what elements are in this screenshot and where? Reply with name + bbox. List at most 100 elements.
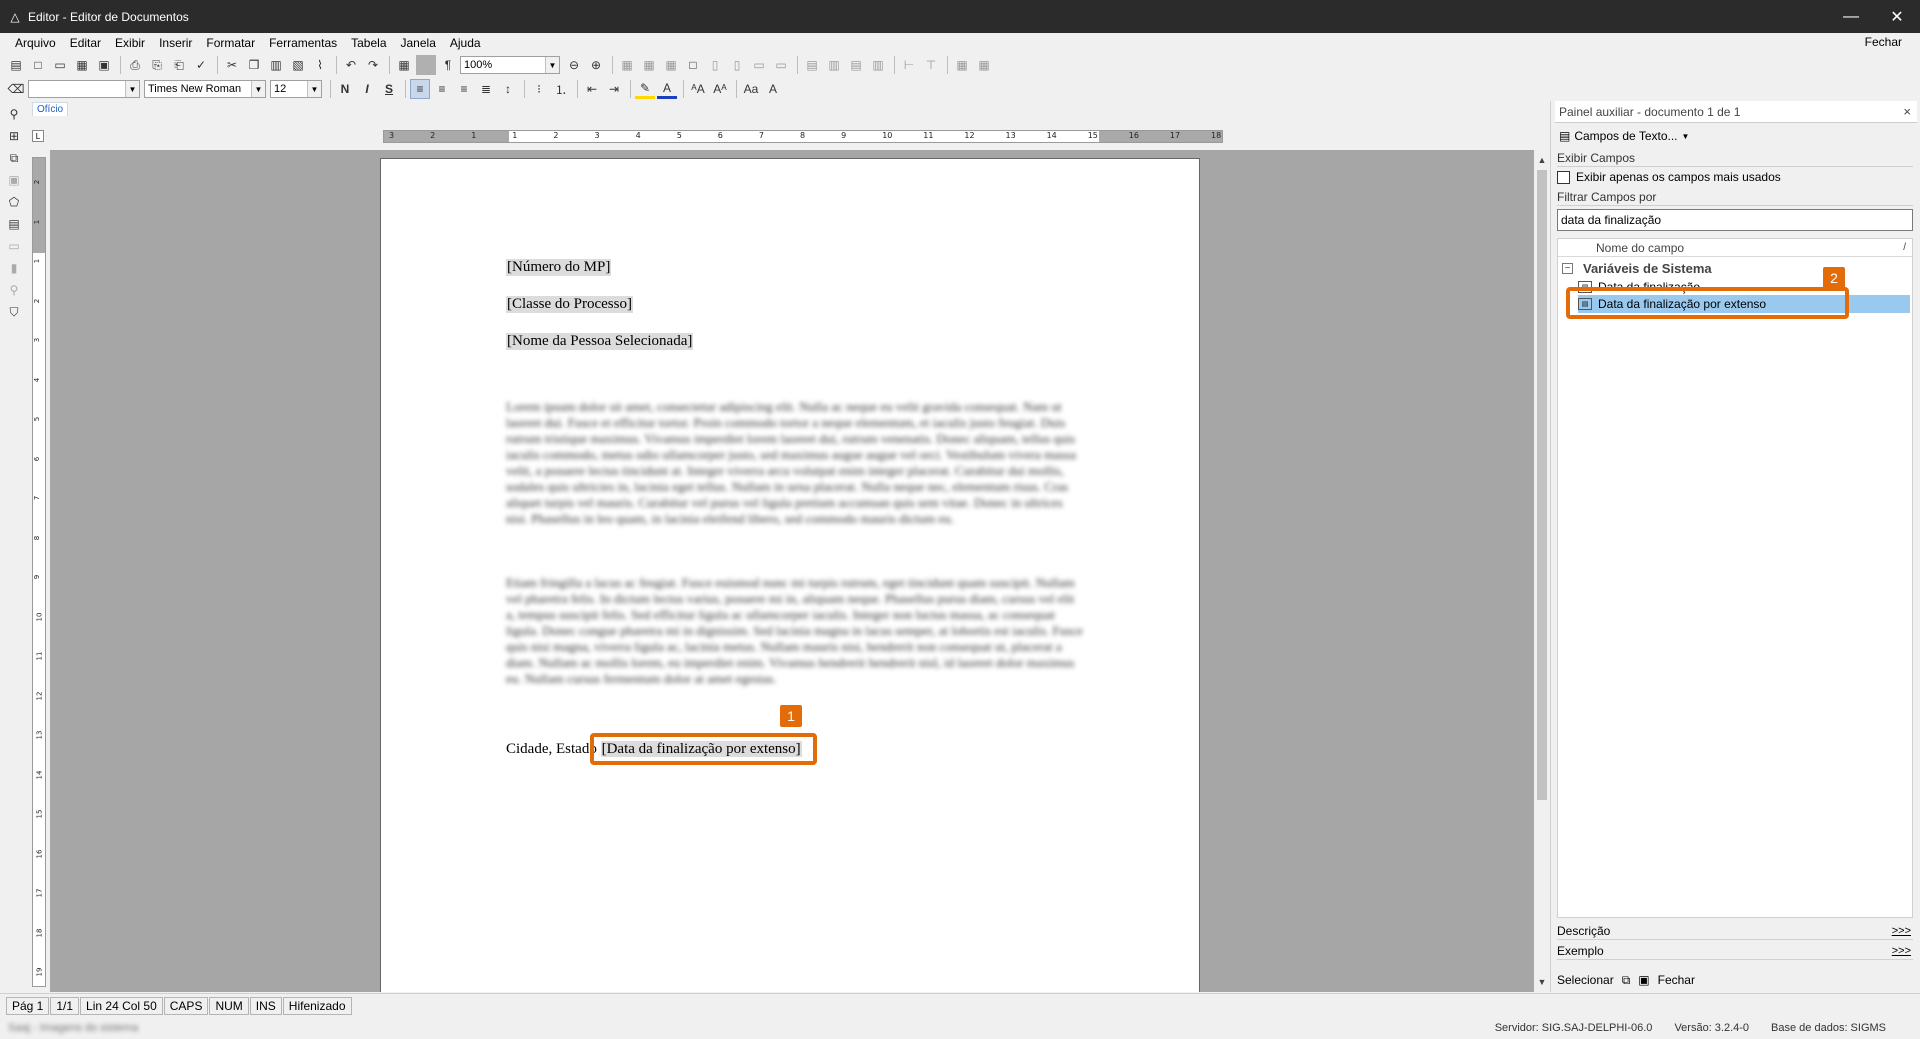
increase-indent-icon[interactable]: ⇥ [604, 79, 624, 99]
fields-type-dropdown[interactable]: ▤ Campos de Texto... ▼ [1559, 126, 1689, 146]
delete-column-icon[interactable]: ▥ [868, 55, 888, 75]
collapse-icon[interactable]: − [1562, 263, 1573, 274]
table-properties-icon[interactable]: ▦ [952, 55, 972, 75]
table-bottom-border-icon[interactable]: ▭ [771, 55, 791, 75]
merge-field-icon[interactable]: ⧉ [3, 148, 25, 168]
new-document-icon[interactable]: □ [28, 55, 48, 75]
disabled-tool-3-icon[interactable]: ⚲ [3, 280, 25, 300]
undo-icon[interactable]: ↶ [341, 55, 361, 75]
table-right-border-icon[interactable]: ▯ [727, 55, 747, 75]
document-page[interactable]: [Número do MP] [Classe do Processo] [Nom… [380, 158, 1200, 992]
align-right-icon[interactable]: ≡ [454, 79, 474, 99]
fechar-button[interactable]: Fechar [1658, 973, 1695, 987]
group-variaveis-sistema[interactable]: − Variáveis de Sistema [1562, 261, 1712, 276]
spellcheck-icon[interactable]: ✓ [191, 55, 211, 75]
horizontal-ruler[interactable]: 3 2 1 1 2 3 4 5 6 7 8 9 10 11 12 13 14 15 16 17 18 [383, 130, 1223, 143]
numbered-list-icon[interactable]: ⒈ [551, 79, 571, 99]
menu-exibir[interactable]: Exibir [108, 36, 152, 50]
scroll-down-icon[interactable]: ▼ [1534, 974, 1550, 990]
document-area[interactable]: [Número do MP] [Classe do Processo] [Nom… [50, 150, 1534, 992]
disabled-field-icon[interactable]: ▣ [3, 170, 25, 190]
change-case-icon[interactable]: Aa [741, 79, 761, 99]
document-properties-icon[interactable]: ▤ [3, 214, 25, 234]
open-model-icon[interactable]: ▦ [72, 55, 92, 75]
copy-icon[interactable]: ❐ [244, 55, 264, 75]
disabled-tool-2-icon[interactable]: ▮ [3, 258, 25, 278]
menu-tabela[interactable]: Tabela [344, 36, 393, 50]
align-left-icon[interactable]: ≡ [410, 79, 430, 99]
underline-button[interactable]: S [379, 79, 399, 99]
align-center-icon[interactable]: ≡ [432, 79, 452, 99]
table-insert-icon[interactable]: ▦ [617, 55, 637, 75]
line-spacing-icon[interactable]: ↕ [498, 79, 518, 99]
field-nome-pessoa[interactable]: [Nome da Pessoa Selecionada] [506, 333, 694, 350]
paste-icon[interactable]: ▥ [266, 55, 286, 75]
save-icon[interactable]: ▣ [94, 55, 114, 75]
pilcrow-icon[interactable]: ¶ [438, 55, 458, 75]
bullet-list-icon[interactable]: ⁝ [529, 79, 549, 99]
style-eraser-icon[interactable]: ⌫ [6, 79, 26, 99]
open-icon[interactable]: ▭ [50, 55, 70, 75]
redo-icon[interactable]: ↷ [363, 55, 383, 75]
shape-tool-icon[interactable]: ⬠ [3, 192, 25, 212]
insert-row-icon[interactable]: ▤ [802, 55, 822, 75]
style-select[interactable]: ▼ [28, 80, 140, 98]
grow-font-icon[interactable]: ᴬA [688, 79, 708, 99]
zoom-in-icon[interactable]: ⊕ [586, 55, 606, 75]
document-scrollbar[interactable]: ▲ ▼ [1534, 150, 1550, 992]
delete-row-icon[interactable]: ▤ [846, 55, 866, 75]
paste-special-icon[interactable]: ▧ [288, 55, 308, 75]
minimize-button[interactable]: — [1828, 0, 1874, 33]
font-size-select[interactable]: 12 ▼ [270, 80, 322, 98]
cut-icon[interactable]: ✂ [222, 55, 242, 75]
menu-arquivo[interactable]: Arquivo [8, 36, 63, 50]
descricao-expand[interactable]: >>> [1892, 925, 1911, 937]
menu-ajuda[interactable]: Ajuda [443, 36, 488, 50]
field-tool-icon[interactable]: ⚲ [3, 104, 25, 124]
table-left-border-icon[interactable]: ▯ [705, 55, 725, 75]
table-top-border-icon[interactable]: ▭ [749, 55, 769, 75]
scroll-up-icon[interactable]: ▲ [1534, 152, 1550, 168]
menu-ferramentas[interactable]: Ferramentas [262, 36, 344, 50]
table-outer-border-icon[interactable]: □ [683, 55, 703, 75]
table-inner-borders-icon[interactable]: ▦ [661, 55, 681, 75]
zoom-select[interactable]: 100% ▼ [460, 56, 560, 74]
menu-inserir[interactable]: Inserir [152, 36, 199, 50]
align-justify-icon[interactable]: ≣ [476, 79, 496, 99]
close-document-button[interactable]: Fechar [1865, 35, 1902, 49]
font-select[interactable]: Times New Roman ▼ [144, 80, 266, 98]
decrease-indent-icon[interactable]: ⇤ [582, 79, 602, 99]
zoom-out-icon[interactable]: ⊖ [564, 55, 584, 75]
table-more-icon[interactable]: ▦ [974, 55, 994, 75]
format-painter-icon[interactable]: ⌇ [310, 55, 330, 75]
shading-icon[interactable] [416, 55, 436, 75]
new-from-template-icon[interactable]: ▤ [6, 55, 26, 75]
menu-formatar[interactable]: Formatar [199, 36, 262, 50]
copy-field-icon[interactable]: ▣ [1638, 973, 1649, 987]
vertical-ruler[interactable]: 2 1 1 2 3 4 5 6 7 8 9 10 11 12 13 14 15 16 17 18 19 [32, 157, 46, 987]
close-window-button[interactable]: ✕ [1874, 0, 1920, 33]
italic-button[interactable]: I [357, 79, 377, 99]
disabled-tool-icon[interactable]: ▭ [3, 236, 25, 256]
font-color-icon[interactable]: A [657, 79, 677, 99]
shrink-font-icon[interactable]: Aᴬ [710, 79, 730, 99]
panel-close-icon[interactable]: × [1903, 104, 1911, 119]
column-header[interactable]: Nome do campo / [1558, 239, 1912, 257]
merge-cells-icon[interactable]: ⊤ [921, 55, 941, 75]
menu-janela[interactable]: Janela [394, 36, 443, 50]
highlight-color-icon[interactable]: ✎ [635, 79, 655, 99]
filter-input[interactable]: data da finalização [1557, 209, 1913, 231]
insert-column-icon[interactable]: ▥ [824, 55, 844, 75]
print-setup-icon[interactable]: ⎗ [169, 55, 189, 75]
scrollbar-thumb[interactable] [1537, 170, 1547, 800]
field-numero-mp[interactable]: [Número do MP] [506, 259, 612, 276]
tab-oficio[interactable]: Ofício [32, 102, 69, 116]
tab-selector[interactable]: L [32, 130, 44, 142]
print-preview-icon[interactable]: ⎘ [147, 55, 167, 75]
fields-list[interactable]: Nome do campo / − Variáveis de Sistema ▤… [1557, 238, 1913, 918]
table-grid-icon[interactable]: ▦ [394, 55, 414, 75]
split-cells-icon[interactable]: ⊢ [899, 55, 919, 75]
exemplo-expand[interactable]: >>> [1892, 945, 1911, 957]
descricao-row[interactable]: Descrição >>> [1557, 922, 1913, 940]
most-used-checkbox[interactable] [1557, 170, 1570, 184]
